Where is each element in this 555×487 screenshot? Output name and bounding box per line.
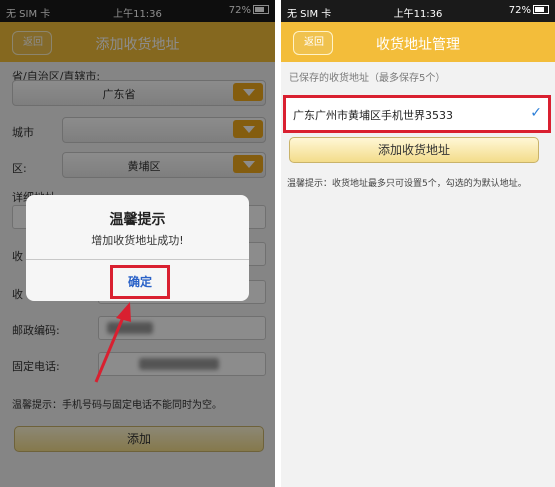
saved-address-label: 已保存的收货地址（最多保存5个） (289, 73, 446, 84)
page-title: 收货地址管理 (376, 37, 460, 53)
address-list-item[interactable]: 广东广州市黄埔区手机世界3533 ✓ (283, 95, 551, 133)
status-bar: 无 SIM 卡 上午11:36 72% (281, 0, 555, 22)
tip-text: 温馨提示：收货地址最多只可设置5个，勾选的为默认地址。 (287, 179, 527, 189)
add-address-button[interactable]: 添加收货地址 (289, 137, 539, 163)
check-icon: ✓ (530, 105, 542, 121)
address-text: 广东广州市黄埔区手机世界3533 (293, 109, 453, 122)
arrow-line (94, 314, 126, 383)
arrow-head (116, 302, 131, 322)
nav-bar: 返回 收货地址管理 (281, 22, 555, 62)
right-phone-screen: 无 SIM 卡 上午11:36 72% 返回 收货地址管理 已保存的收货地址（最… (281, 0, 555, 487)
battery-text: 72% (508, 5, 531, 16)
left-phone-screen: 无 SIM 卡 上午11:36 72% 返回 添加收货地址 省/自治区/直辖市:… (0, 0, 275, 487)
battery-icon (533, 5, 549, 14)
battery-indicator: 72% (509, 5, 549, 16)
annotation-arrow (94, 302, 131, 383)
